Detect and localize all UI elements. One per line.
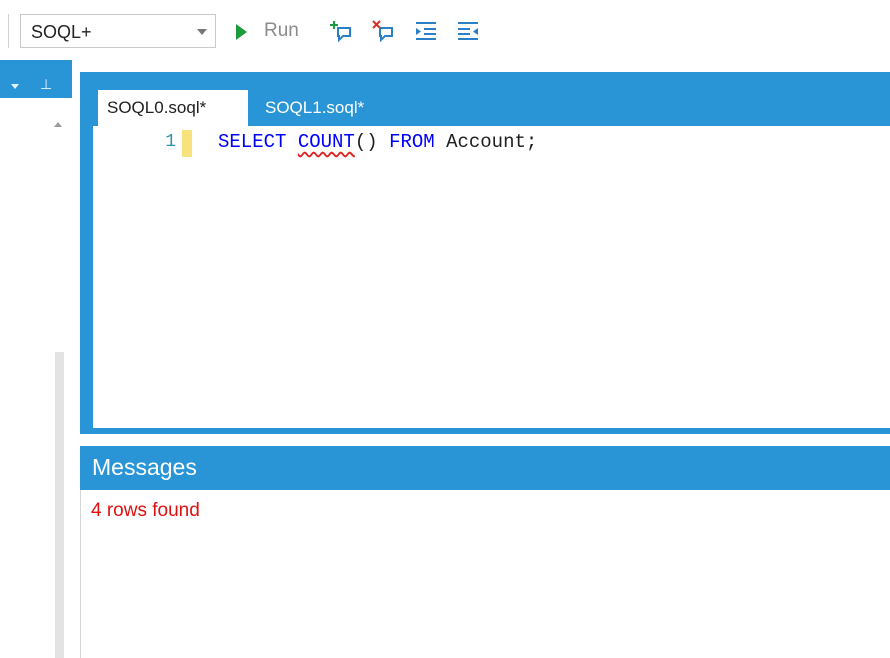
left-dock-scrollbar[interactable] bbox=[55, 352, 64, 658]
indent-icon[interactable] bbox=[414, 19, 438, 43]
scroll-up-icon[interactable] bbox=[54, 122, 62, 127]
message-text: 4 rows found bbox=[91, 500, 200, 521]
line-number: 1 bbox=[165, 132, 176, 152]
code-line[interactable]: SELECT COUNT() FROM Account; bbox=[218, 131, 537, 153]
left-dock-panel: ⊥ bbox=[0, 60, 72, 658]
pin-icon[interactable]: ⊥ bbox=[40, 77, 52, 91]
code-editor[interactable] bbox=[93, 126, 890, 428]
tab-soql1[interactable]: SOQL1.soql* bbox=[256, 90, 416, 126]
left-dock-header: ⊥ bbox=[0, 60, 72, 98]
remove-breakpoint-icon[interactable] bbox=[372, 19, 396, 43]
function-count: COUNT bbox=[297, 131, 355, 153]
play-icon bbox=[236, 24, 247, 40]
tab-soql0[interactable]: SOQL0.soql* bbox=[98, 90, 248, 126]
dropdown-icon[interactable] bbox=[11, 84, 19, 89]
toolbar: SOQL+ Run bbox=[0, 0, 890, 60]
code-object-name: Account; bbox=[446, 131, 538, 153]
keyword-select: SELECT bbox=[218, 131, 287, 153]
toolbar-grip[interactable] bbox=[8, 14, 9, 48]
outdent-icon[interactable] bbox=[456, 19, 480, 43]
language-select[interactable]: SOQL+ bbox=[20, 14, 216, 48]
run-label: Run bbox=[264, 20, 299, 41]
keyword-from: FROM bbox=[389, 131, 435, 153]
run-button[interactable]: Run bbox=[232, 16, 312, 46]
add-breakpoint-icon[interactable] bbox=[330, 19, 354, 43]
messages-title: Messages bbox=[92, 454, 197, 480]
messages-header bbox=[80, 446, 890, 490]
language-select-value: SOQL+ bbox=[31, 22, 92, 42]
chevron-down-icon bbox=[197, 29, 207, 35]
change-marker bbox=[182, 130, 192, 157]
messages-panel bbox=[80, 490, 890, 658]
code-parens: () bbox=[354, 131, 378, 153]
